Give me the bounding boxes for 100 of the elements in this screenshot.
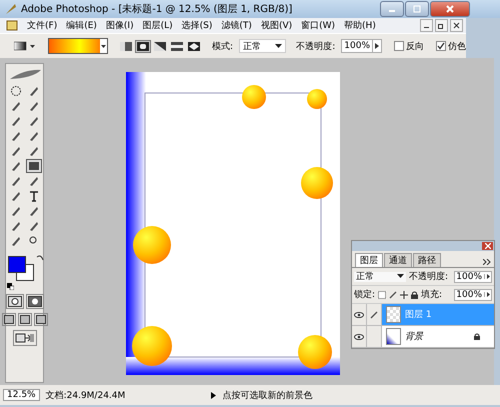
document-size: 文档:24.9M/24.4M — [46, 390, 126, 402]
maximize-icon — [413, 5, 421, 13]
menu-item[interactable]: 选择(S) — [182, 19, 212, 32]
opacity-label: 不透明度: — [296, 40, 336, 52]
standard-mode-button[interactable] — [6, 294, 24, 309]
dropdown-icon — [397, 274, 404, 279]
tool-icon — [10, 115, 22, 127]
tool-icon — [28, 85, 40, 97]
quick-mask-button[interactable] — [26, 294, 44, 309]
fill-field[interactable]: 100% — [454, 288, 492, 300]
gradient-type-button[interactable] — [169, 40, 185, 52]
zoom-field[interactable]: 12.5% — [3, 389, 40, 401]
feather-icon — [5, 3, 17, 15]
lock-label: 锁定: — [354, 288, 376, 301]
tool-button[interactable] — [26, 159, 42, 173]
eye-icon[interactable] — [354, 334, 364, 340]
lock-icon[interactable] — [411, 290, 418, 298]
tool-icon — [28, 220, 40, 232]
lock-transparency-icon[interactable] — [378, 290, 386, 298]
tool-icon — [10, 145, 22, 157]
tool-icon — [28, 130, 40, 142]
tool-icon — [10, 85, 22, 97]
gradient-tool-icon — [14, 41, 36, 51]
tool-icon — [10, 175, 22, 187]
menu-item[interactable]: 窗口(W) — [301, 19, 336, 32]
menu-item[interactable]: 图像(I) — [106, 19, 134, 32]
color-swatches-drawing[interactable] — [8, 256, 34, 282]
eye-icon[interactable] — [354, 312, 364, 318]
tool-icon — [28, 115, 40, 127]
maximize-button[interactable] — [405, 1, 429, 17]
mode-label: 模式: — [212, 40, 234, 52]
layer-thumbnail — [386, 328, 401, 345]
gradient-type-icon — [137, 42, 149, 50]
opacity-field[interactable]: 100% — [454, 270, 492, 282]
checkbox[interactable]: 仿色 — [436, 40, 466, 52]
tool-icon — [28, 175, 40, 187]
screen-mode-button[interactable] — [2, 313, 16, 326]
letter-icon — [28, 190, 40, 202]
minimize-button[interactable] — [420, 19, 433, 32]
tool-icon — [10, 100, 22, 112]
gradient-type-button[interactable] — [152, 40, 168, 52]
tool-preset-button[interactable] — [14, 41, 36, 51]
mask-icon — [28, 296, 42, 307]
screen-mode-button[interactable] — [34, 313, 48, 326]
menu-item[interactable]: 滤镜(T) — [221, 19, 252, 32]
close-icon — [484, 243, 490, 249]
dropdown-icon — [275, 44, 282, 48]
tool-icon — [28, 145, 40, 157]
caret-icon — [486, 274, 490, 279]
status-hint: 点按可选取新的前景色 — [222, 390, 312, 402]
panel-tab[interactable]: 路径 — [413, 253, 441, 267]
panel-menu-icon[interactable] — [483, 259, 491, 265]
caret-icon — [375, 43, 379, 49]
tool-icon — [10, 235, 22, 247]
menu-item[interactable]: 视图(V) — [260, 19, 292, 32]
tool-icon — [28, 100, 40, 112]
tool-icon — [10, 190, 22, 202]
gradient-type-icon — [120, 42, 132, 50]
jump-icon — [14, 332, 34, 344]
tool-icon — [28, 205, 40, 217]
layer-name: 图层 1 — [405, 309, 432, 321]
menu-item[interactable]: 图层(L) — [142, 19, 173, 32]
close-button[interactable] — [482, 242, 493, 250]
play-icon[interactable] — [211, 392, 216, 398]
gradient-type-button[interactable] — [118, 40, 134, 52]
move-icon[interactable] — [400, 290, 408, 298]
slider-button[interactable] — [372, 40, 381, 52]
restore-button[interactable] — [435, 19, 448, 32]
gradient-type-icon — [154, 42, 166, 50]
checkbox[interactable]: 反向 — [394, 40, 424, 52]
default-colors-icon[interactable] — [6, 283, 14, 290]
opacity-field[interactable]: 100% — [341, 39, 382, 53]
layer-row[interactable]: 背景 — [352, 326, 494, 348]
gradient-picker[interactable] — [48, 38, 108, 54]
screen-mode-button[interactable] — [18, 313, 32, 326]
restore-icon — [438, 22, 445, 29]
gradient-swatch — [49, 39, 100, 53]
close-button[interactable] — [450, 19, 463, 32]
tool-icon — [10, 130, 22, 142]
mode-dropdown[interactable]: 正常 — [239, 39, 286, 53]
jump-button[interactable] — [12, 330, 36, 346]
tool-icon — [10, 220, 22, 232]
layer-name: 背景 — [405, 330, 423, 343]
menu-item[interactable]: 文件(F) — [27, 19, 58, 32]
panel-tab[interactable]: 图层 — [355, 253, 383, 267]
gradient-type-icon — [171, 42, 183, 50]
opacity-label: 不透明度: — [409, 270, 448, 283]
close-button[interactable] — [430, 1, 470, 17]
gradient-type-button[interactable] — [135, 40, 151, 52]
blend-mode-dropdown[interactable]: 正常 — [354, 272, 406, 282]
swap-icon[interactable] — [36, 254, 44, 262]
panel-tab[interactable]: 通道 — [384, 253, 412, 267]
menu-item[interactable]: 编辑(E) — [66, 19, 97, 32]
gradient-type-button[interactable] — [186, 40, 202, 52]
menu-item[interactable]: 帮助(H) — [344, 19, 376, 32]
mask-icon — [8, 296, 22, 307]
layer-thumbnail — [386, 306, 401, 323]
fill-label: 填充: — [421, 288, 442, 301]
app-icon — [6, 20, 18, 31]
gradient-type-icon — [188, 42, 200, 50]
